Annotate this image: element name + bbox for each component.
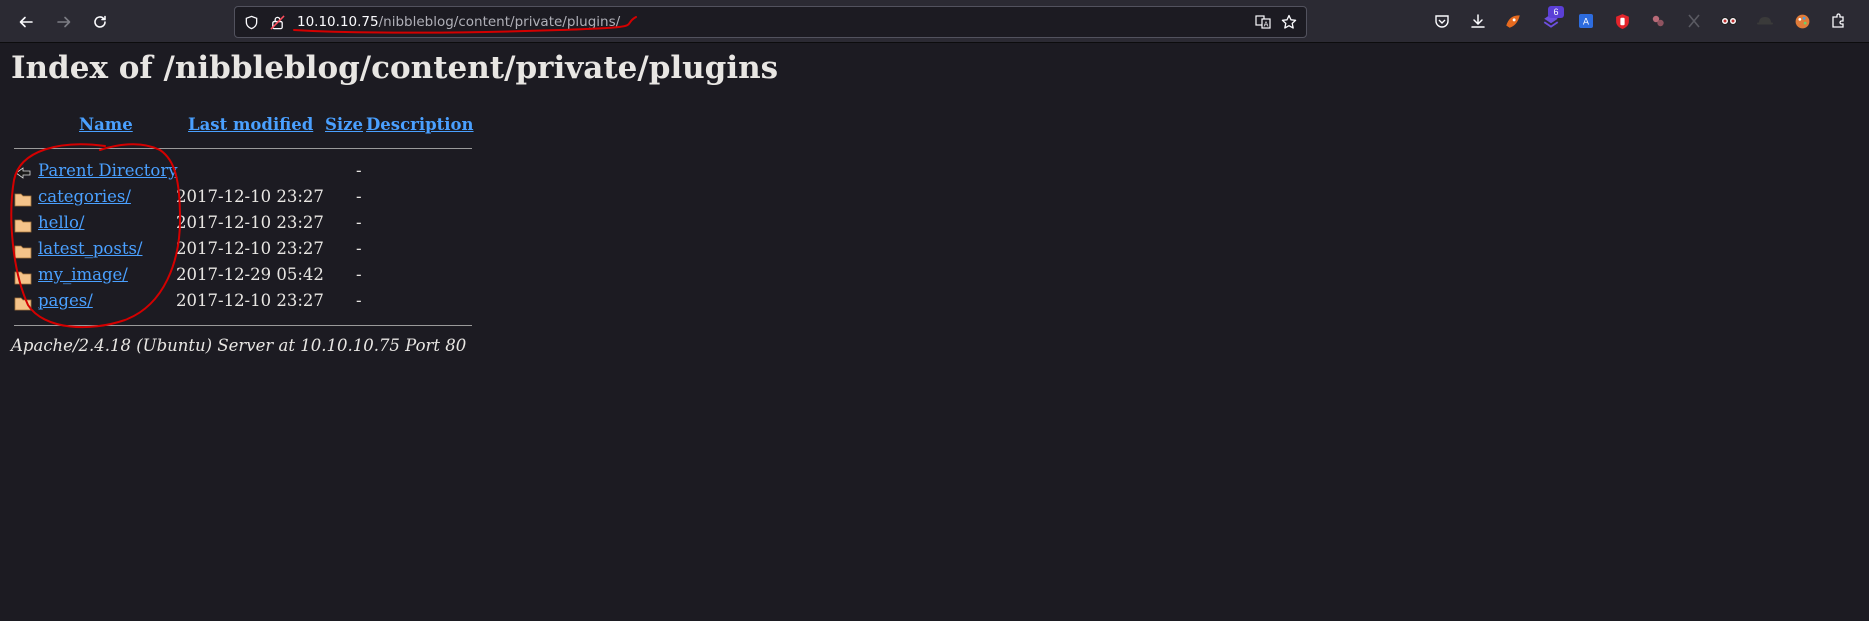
folder-link[interactable]: latest_posts/ <box>38 239 142 258</box>
ublock-icon[interactable] <box>1612 11 1632 31</box>
modified-date: 2017-12-10 23:27 <box>176 213 324 232</box>
page-title: Index of /nibbleblog/content/private/plu… <box>11 50 779 86</box>
star-icon[interactable] <box>1281 14 1297 30</box>
file-size: - <box>356 213 362 232</box>
folder-link[interactable]: categories/ <box>38 187 131 206</box>
parent-size: - <box>356 161 362 180</box>
column-description-link[interactable]: Description <box>366 115 474 134</box>
folder-link[interactable]: hello/ <box>38 213 84 232</box>
user-agent-switcher-icon[interactable] <box>1755 11 1775 31</box>
insecure-lock-icon[interactable] <box>269 14 285 30</box>
table-row: categories/ 2017-12-10 23:27 - <box>11 187 481 211</box>
back-arrow-icon[interactable] <box>14 10 38 34</box>
folder-link[interactable]: my_image/ <box>38 265 128 284</box>
reload-icon[interactable] <box>88 10 112 34</box>
folder-icon <box>14 191 32 207</box>
file-size: - <box>356 265 362 284</box>
color-picker-icon[interactable] <box>1792 11 1812 31</box>
foxyproxy-icon[interactable] <box>1503 11 1523 31</box>
folder-icon <box>14 217 32 233</box>
url-bar[interactable]: 10.10.10.75/nibbleblog/content/private/p… <box>234 6 1307 38</box>
url-path: /nibbleblog/content/private/plugins/ <box>378 14 621 30</box>
column-size-link[interactable]: Size <box>325 115 363 134</box>
parent-directory-link[interactable]: Parent Directory <box>38 161 178 180</box>
folder-icon <box>14 295 32 311</box>
modified-date: 2017-12-10 23:27 <box>176 239 324 258</box>
back-folder-icon <box>14 165 32 181</box>
shield-icon[interactable] <box>243 14 259 30</box>
translate-icon[interactable]: A <box>1255 14 1271 30</box>
wappalyzer-icon[interactable] <box>1719 11 1739 31</box>
folder-icon <box>14 269 32 285</box>
modified-date: 2017-12-10 23:27 <box>176 291 324 310</box>
browser-toolbar: 10.10.10.75/nibbleblog/content/private/p… <box>0 0 1869 43</box>
file-size: - <box>356 291 362 310</box>
file-size: - <box>356 239 362 258</box>
modified-date: 2017-12-29 05:42 <box>176 265 324 284</box>
file-size: - <box>356 187 362 206</box>
header-divider <box>14 148 472 149</box>
footer-divider <box>14 325 472 326</box>
translator-icon[interactable]: A <box>1576 11 1596 31</box>
disabled-extension-icon[interactable] <box>1684 11 1704 31</box>
svg-text:A: A <box>1583 18 1590 28</box>
table-row: hello/ 2017-12-10 23:27 - <box>11 213 481 237</box>
forward-arrow-icon[interactable] <box>52 10 76 34</box>
parent-directory-row: Parent Directory - <box>11 161 481 185</box>
url-text[interactable]: 10.10.10.75/nibbleblog/content/private/p… <box>297 7 620 37</box>
table-row: pages/ 2017-12-10 23:27 - <box>11 291 481 315</box>
server-signature: Apache/2.4.18 (Ubuntu) Server at 10.10.1… <box>11 336 467 355</box>
modified-date: 2017-12-10 23:27 <box>176 187 324 206</box>
pocket-icon[interactable] <box>1432 11 1452 31</box>
folder-link[interactable]: pages/ <box>38 291 93 310</box>
table-row: latest_posts/ 2017-12-10 23:27 - <box>11 239 481 263</box>
table-row: my_image/ 2017-12-29 05:42 - <box>11 265 481 289</box>
column-size-header[interactable]: Size <box>325 115 363 134</box>
column-description-header[interactable]: Description <box>366 115 474 134</box>
extension-badge: 6 <box>1548 6 1564 18</box>
url-host: 10.10.10.75 <box>297 14 379 30</box>
extensions-menu-icon[interactable] <box>1828 11 1848 31</box>
cookie-editor-icon[interactable] <box>1648 11 1668 31</box>
column-last-modified-link[interactable]: Last modified <box>188 115 313 134</box>
download-icon[interactable] <box>1468 11 1488 31</box>
column-name-link[interactable]: Name <box>79 115 133 134</box>
folder-icon <box>14 243 32 259</box>
svg-text:A: A <box>1264 21 1269 29</box>
column-name-header[interactable]: Name <box>79 115 133 134</box>
column-last-modified-header[interactable]: Last modified <box>188 115 313 134</box>
